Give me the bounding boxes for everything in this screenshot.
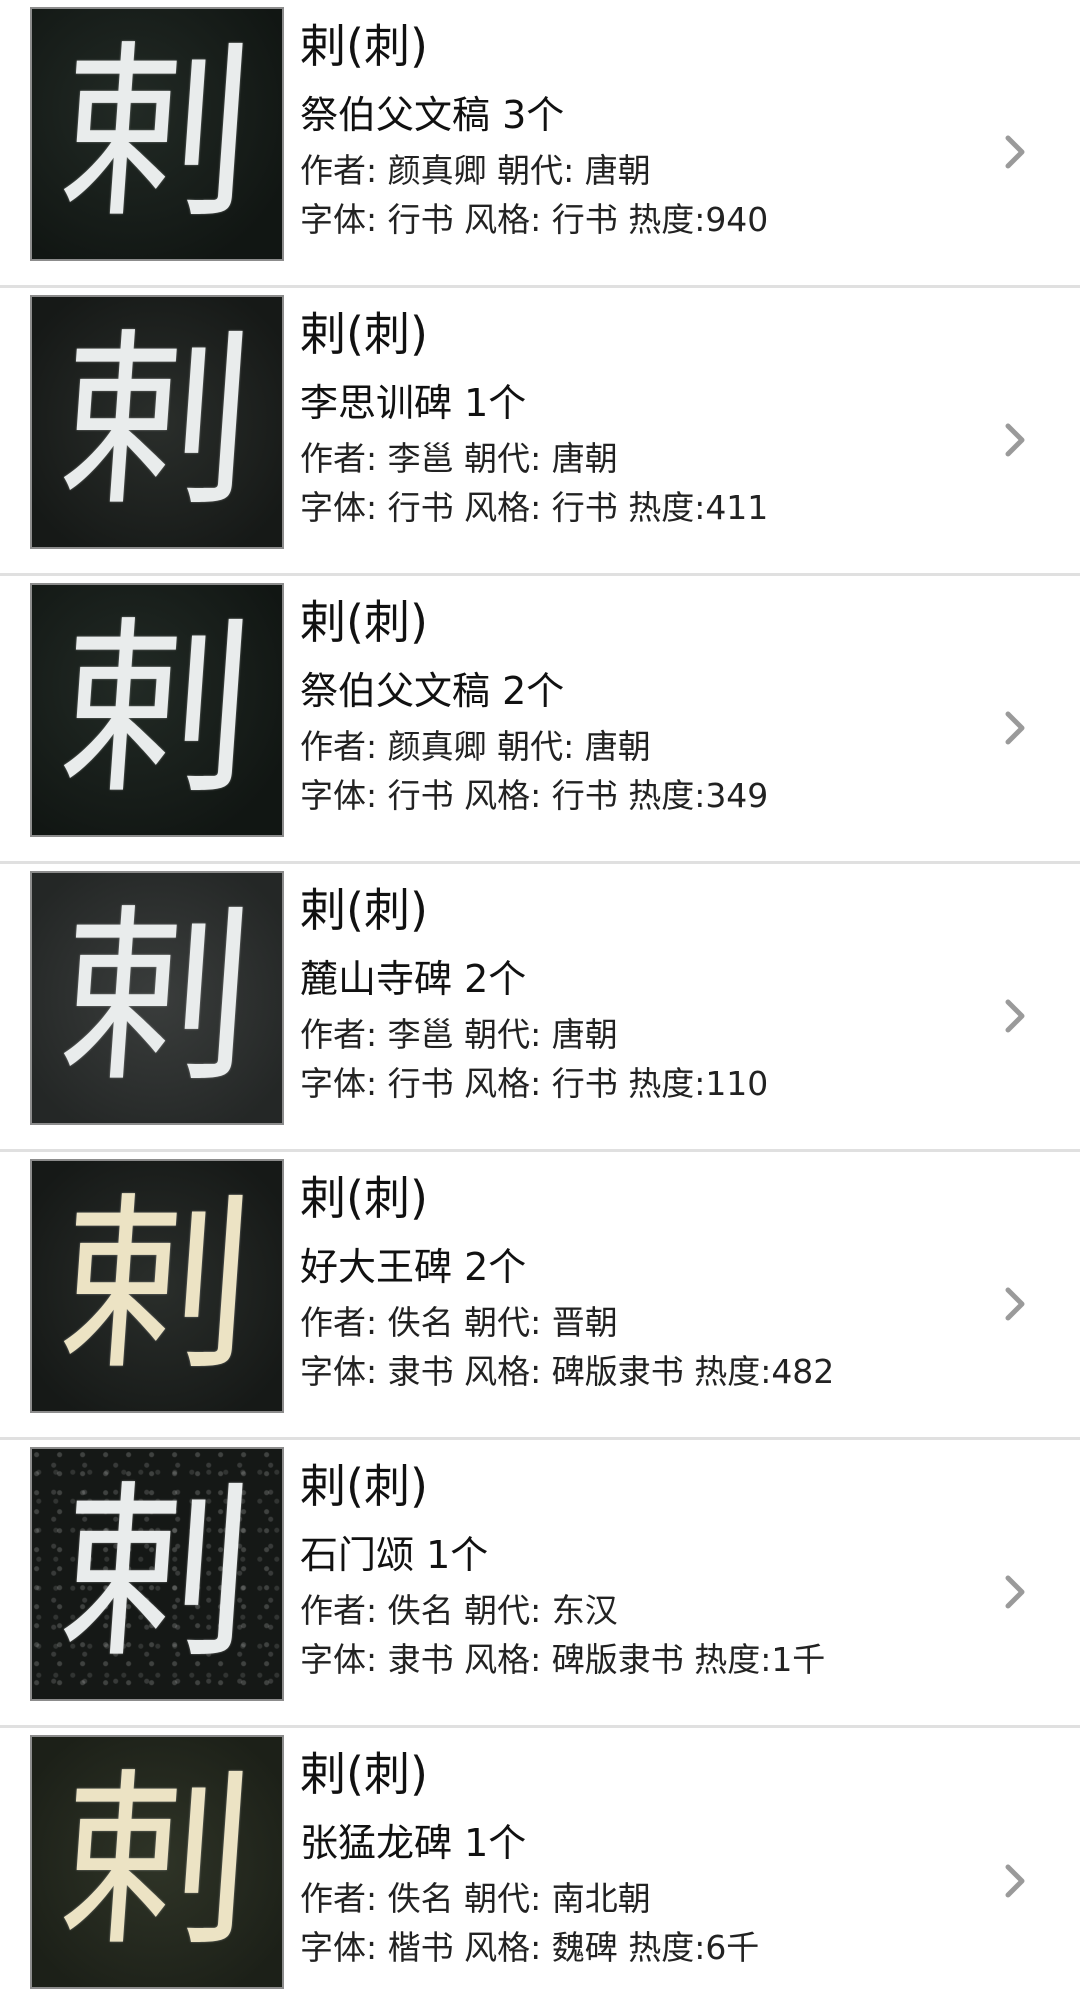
chevron-right-icon[interactable] [998, 423, 1032, 457]
work-name: 张猛龙碑 1个 [300, 1821, 527, 1865]
chevron-right-icon[interactable] [998, 1575, 1032, 1609]
list-item[interactable]: 剌 剌(刺) 祭伯父文稿 3个 作者: 颜真卿 朝代: 唐朝 字体: 行书 风格… [0, 0, 1080, 288]
author-dynasty: 作者: 李邕 朝代: 唐朝 [300, 1015, 618, 1054]
author-dynasty: 作者: 颜真卿 朝代: 唐朝 [300, 151, 651, 190]
font-style-popularity: 字体: 行书 风格: 行书 热度:110 [300, 1064, 769, 1103]
author-dynasty: 作者: 李邕 朝代: 唐朝 [300, 439, 618, 478]
calligraphy-thumbnail[interactable]: 剌 [30, 1447, 284, 1701]
calligraphy-glyph: 剌 [54, 599, 260, 820]
font-style-popularity: 字体: 隶书 风格: 碑版隶书 热度:482 [300, 1352, 835, 1391]
list-item[interactable]: 剌 剌(刺) 麓山寺碑 2个 作者: 李邕 朝代: 唐朝 字体: 行书 风格: … [0, 864, 1080, 1152]
calligraphy-glyph: 剌 [54, 1463, 260, 1684]
character-title: 剌(刺) [300, 307, 428, 361]
work-name: 好大王碑 2个 [300, 1245, 527, 1289]
font-style-popularity: 字体: 行书 风格: 行书 热度:349 [300, 776, 769, 815]
chevron-right-icon[interactable] [998, 1287, 1032, 1321]
character-title: 剌(刺) [300, 19, 428, 73]
item-info: 剌(刺) 麓山寺碑 2个 作者: 李邕 朝代: 唐朝 字体: 行书 风格: 行书… [300, 872, 1000, 1108]
calligraphy-thumbnail[interactable]: 剌 [30, 1159, 284, 1413]
author-dynasty: 作者: 颜真卿 朝代: 唐朝 [300, 727, 651, 766]
calligraphy-thumbnail[interactable]: 剌 [30, 583, 284, 837]
work-name: 石门颂 1个 [300, 1533, 489, 1577]
calligraphy-thumbnail[interactable]: 剌 [30, 871, 284, 1125]
author-dynasty: 作者: 佚名 朝代: 东汉 [300, 1591, 618, 1630]
calligraphy-thumbnail[interactable]: 剌 [30, 295, 284, 549]
calligraphy-glyph: 剌 [54, 1175, 260, 1396]
work-name: 李思训碑 1个 [300, 381, 527, 425]
author-dynasty: 作者: 佚名 朝代: 南北朝 [300, 1879, 651, 1918]
item-info: 剌(刺) 祭伯父文稿 2个 作者: 颜真卿 朝代: 唐朝 字体: 行书 风格: … [300, 584, 1000, 820]
item-info: 剌(刺) 李思训碑 1个 作者: 李邕 朝代: 唐朝 字体: 行书 风格: 行书… [300, 296, 1000, 532]
list-item[interactable]: 剌 剌(刺) 祭伯父文稿 2个 作者: 颜真卿 朝代: 唐朝 字体: 行书 风格… [0, 576, 1080, 864]
chevron-right-icon[interactable] [998, 135, 1032, 169]
chevron-right-icon[interactable] [998, 999, 1032, 1033]
calligraphy-glyph: 剌 [54, 887, 260, 1108]
calligraphy-glyph: 剌 [54, 311, 260, 532]
character-title: 剌(刺) [300, 1459, 428, 1513]
item-info: 剌(刺) 好大王碑 2个 作者: 佚名 朝代: 晋朝 字体: 隶书 风格: 碑版… [300, 1160, 1000, 1396]
font-style-popularity: 字体: 行书 风格: 行书 热度:411 [300, 488, 769, 527]
item-info: 剌(刺) 张猛龙碑 1个 作者: 佚名 朝代: 南北朝 字体: 楷书 风格: 魏… [300, 1736, 1000, 1972]
list-item[interactable]: 剌 剌(刺) 张猛龙碑 1个 作者: 佚名 朝代: 南北朝 字体: 楷书 风格:… [0, 1728, 1080, 2003]
author-dynasty: 作者: 佚名 朝代: 晋朝 [300, 1303, 618, 1342]
font-style-popularity: 字体: 楷书 风格: 魏碑 热度:6千 [300, 1928, 760, 1967]
calligraphy-thumbnail[interactable]: 剌 [30, 1735, 284, 1989]
work-name: 祭伯父文稿 3个 [300, 93, 565, 137]
calligraphy-glyph: 剌 [54, 23, 260, 244]
calligraphy-glyph: 剌 [54, 1751, 260, 1972]
item-info: 剌(刺) 石门颂 1个 作者: 佚名 朝代: 东汉 字体: 隶书 风格: 碑版隶… [300, 1448, 1000, 1684]
character-title: 剌(刺) [300, 883, 428, 937]
list-item[interactable]: 剌 剌(刺) 李思训碑 1个 作者: 李邕 朝代: 唐朝 字体: 行书 风格: … [0, 288, 1080, 576]
character-title: 剌(刺) [300, 595, 428, 649]
work-name: 祭伯父文稿 2个 [300, 669, 565, 713]
chevron-right-icon[interactable] [998, 1864, 1032, 1898]
calligraphy-thumbnail[interactable]: 剌 [30, 7, 284, 261]
list-item[interactable]: 剌 剌(刺) 好大王碑 2个 作者: 佚名 朝代: 晋朝 字体: 隶书 风格: … [0, 1152, 1080, 1440]
character-title: 剌(刺) [300, 1747, 428, 1801]
font-style-popularity: 字体: 行书 风格: 行书 热度:940 [300, 200, 769, 239]
font-style-popularity: 字体: 隶书 风格: 碑版隶书 热度:1千 [300, 1640, 826, 1679]
chevron-right-icon[interactable] [998, 711, 1032, 745]
character-title: 剌(刺) [300, 1171, 428, 1225]
item-info: 剌(刺) 祭伯父文稿 3个 作者: 颜真卿 朝代: 唐朝 字体: 行书 风格: … [300, 8, 1000, 244]
work-name: 麓山寺碑 2个 [300, 957, 527, 1001]
list-item[interactable]: 剌 剌(刺) 石门颂 1个 作者: 佚名 朝代: 东汉 字体: 隶书 风格: 碑… [0, 1440, 1080, 1728]
calligraphy-result-list: 剌 剌(刺) 祭伯父文稿 3个 作者: 颜真卿 朝代: 唐朝 字体: 行书 风格… [0, 0, 1080, 2003]
